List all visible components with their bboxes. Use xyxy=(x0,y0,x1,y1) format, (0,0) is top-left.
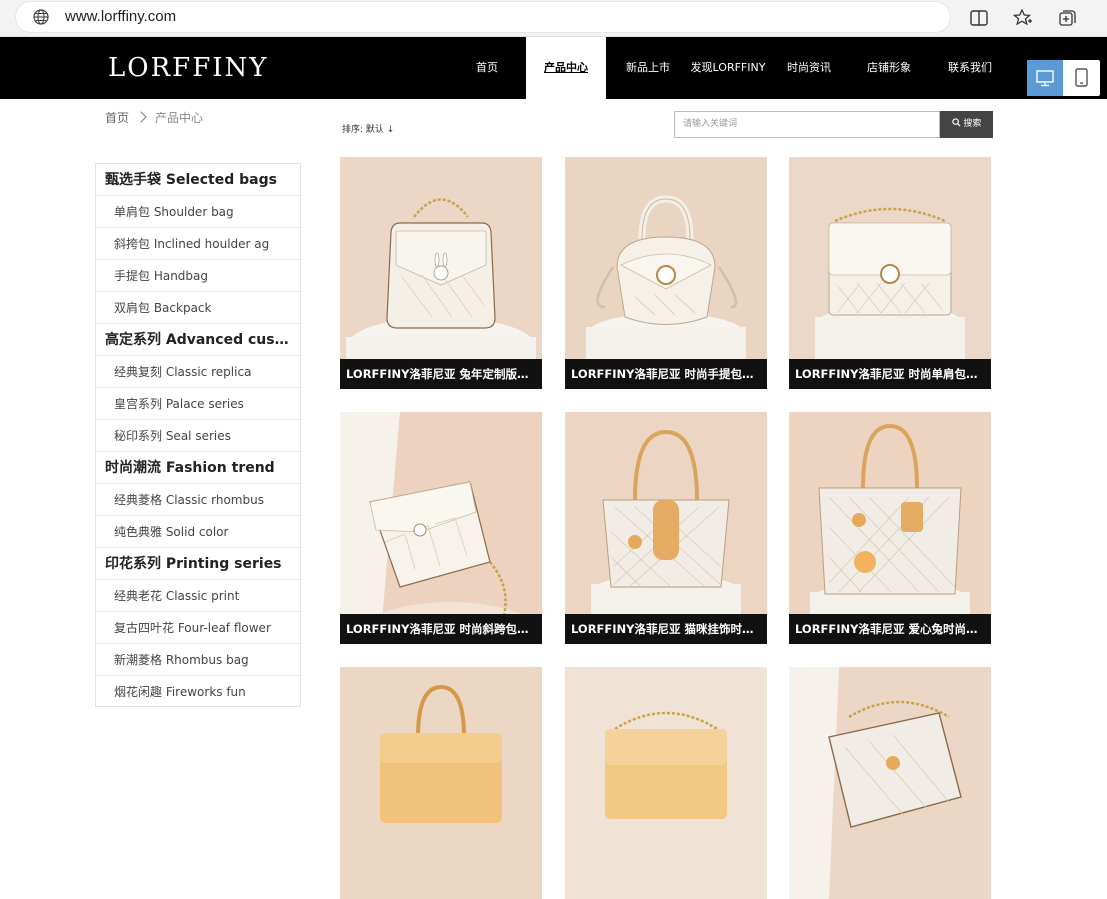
subcategory-item[interactable]: 斜挎包 Inclined houlder ag xyxy=(96,228,300,260)
nav-products[interactable]: 产品中心 xyxy=(526,37,606,99)
subcategory-item[interactable]: 经典老花 Classic print xyxy=(96,580,300,612)
subcategory-item[interactable]: 复古四叶花 Four-leaf flower xyxy=(96,612,300,644)
url-text: www.lorffiny.com xyxy=(65,8,177,25)
collections-icon[interactable] xyxy=(1058,8,1078,28)
sort-value[interactable]: 默认 ↓ xyxy=(366,125,394,135)
product-card[interactable] xyxy=(340,667,542,899)
reader-view-icon[interactable] xyxy=(969,8,989,28)
product-title: LORFFINY洛菲尼亚 爱心兔时尚手提包 xyxy=(789,614,991,644)
product-title: LORFFINY洛菲尼亚 时尚单肩包链条包 xyxy=(789,359,991,389)
product-card[interactable]: LORFFINY洛菲尼亚 猫咪挂饰时尚托特包 xyxy=(565,412,767,644)
nav-store-image[interactable]: 店铺形象 xyxy=(863,37,915,99)
product-card[interactable]: LORFFINY洛菲尼亚 时尚单肩包链条包 xyxy=(789,157,991,389)
product-title: LORFFINY洛菲尼亚 时尚斜跨包链条包 xyxy=(340,614,542,644)
globe-icon xyxy=(33,9,49,25)
product-image-saddle-handbag xyxy=(565,157,767,389)
category-selected-bags[interactable]: 甄选手袋 Selected bags xyxy=(96,164,300,196)
product-image-quilted-rabbit-bag xyxy=(340,157,542,389)
search-button-label: 搜索 xyxy=(963,119,982,129)
subcategory-item[interactable]: 新潮菱格 Rhombus bag xyxy=(96,644,300,676)
nav-fashion-news[interactable]: 时尚资讯 xyxy=(783,37,835,99)
breadcrumb: 首页 产品中心 xyxy=(105,109,203,126)
category-advanced-customization[interactable]: 高定系列 Advanced customization xyxy=(96,324,300,356)
product-image-print-tote-cat xyxy=(565,412,767,644)
search-input[interactable]: 请输入关键词 xyxy=(674,111,940,138)
search-icon xyxy=(951,118,961,127)
product-title: LORFFINY洛菲尼亚 时尚手提包单肩包 xyxy=(565,359,767,389)
product-card[interactable] xyxy=(789,667,991,899)
search-button[interactable]: 搜索 xyxy=(940,111,993,138)
nav-new-arrivals[interactable]: 新品上市 xyxy=(622,37,674,99)
sort-control[interactable]: 排序: 默认 ↓ xyxy=(342,122,394,135)
product-image-yellow-chain-bag xyxy=(565,667,767,899)
product-image-square-chain-bag xyxy=(789,157,991,389)
product-card[interactable]: LORFFINY洛菲尼亚 时尚斜跨包链条包 xyxy=(340,412,542,644)
browser-toolbar: www.lorffiny.com xyxy=(0,0,1107,37)
product-card[interactable]: LORFFINY洛菲尼亚 兔年定制版小方包 xyxy=(340,157,542,389)
product-image-print-tote-rabbit xyxy=(789,412,991,644)
nav-home[interactable]: 首页 xyxy=(466,37,508,99)
nav-discover[interactable]: 发现LORFFINY xyxy=(690,37,766,99)
product-image-quilted-cat-bag xyxy=(340,412,542,644)
product-card[interactable]: LORFFINY洛菲尼亚 时尚手提包单肩包 xyxy=(565,157,767,389)
subcategory-item[interactable]: 皇宫系列 Palace series xyxy=(96,388,300,420)
address-bar[interactable]: www.lorffiny.com xyxy=(16,2,950,32)
breadcrumb-current[interactable]: 产品中心 xyxy=(155,111,203,125)
product-card[interactable] xyxy=(565,667,767,899)
product-image-print-chain-bag xyxy=(789,667,991,899)
product-image-yellow-handbag xyxy=(340,667,542,899)
nav-contact[interactable]: 联系我们 xyxy=(944,37,996,99)
subcategory-item[interactable]: 手提包 Handbag xyxy=(96,260,300,292)
category-sidebar: 甄选手袋 Selected bags 单肩包 Shoulder bag 斜挎包 … xyxy=(95,163,301,707)
subcategory-item[interactable]: 纯色典雅 Solid color xyxy=(96,516,300,548)
product-title: LORFFINY洛菲尼亚 兔年定制版小方包 xyxy=(340,359,542,389)
breadcrumb-home[interactable]: 首页 xyxy=(105,111,129,125)
favorites-icon[interactable] xyxy=(1013,8,1033,28)
subcategory-item[interactable]: 双肩包 Backpack xyxy=(96,292,300,324)
category-printing-series[interactable]: 印花系列 Printing series xyxy=(96,548,300,580)
subcategory-item[interactable]: 经典复刻 Classic replica xyxy=(96,356,300,388)
subcategory-item[interactable]: 烟花闲趣 Fireworks fun xyxy=(96,676,300,708)
sort-label: 排序: xyxy=(342,125,364,135)
site-header: LORFFINY 首页 产品中心 新品上市 发现LORFFINY 时尚资讯 店铺… xyxy=(0,37,1107,99)
subcategory-item[interactable]: 单肩包 Shoulder bag xyxy=(96,196,300,228)
view-switch xyxy=(1027,60,1100,96)
subcategory-item[interactable]: 秘印系列 Seal series xyxy=(96,420,300,452)
search-form: 请输入关键词 搜索 xyxy=(674,111,993,138)
tablet-icon xyxy=(1075,68,1088,87)
desktop-icon xyxy=(1036,70,1054,87)
brand-logo[interactable]: LORFFINY xyxy=(108,53,268,83)
desktop-view-button[interactable] xyxy=(1027,60,1063,96)
tablet-view-button[interactable] xyxy=(1064,60,1100,96)
category-fashion-trend[interactable]: 时尚潮流 Fashion trend xyxy=(96,452,300,484)
product-card[interactable]: LORFFINY洛菲尼亚 爱心兔时尚手提包 xyxy=(789,412,991,644)
product-title: LORFFINY洛菲尼亚 猫咪挂饰时尚托特包 xyxy=(565,614,767,644)
subcategory-item[interactable]: 经典菱格 Classic rhombus xyxy=(96,484,300,516)
chevron-right-icon xyxy=(135,111,147,123)
